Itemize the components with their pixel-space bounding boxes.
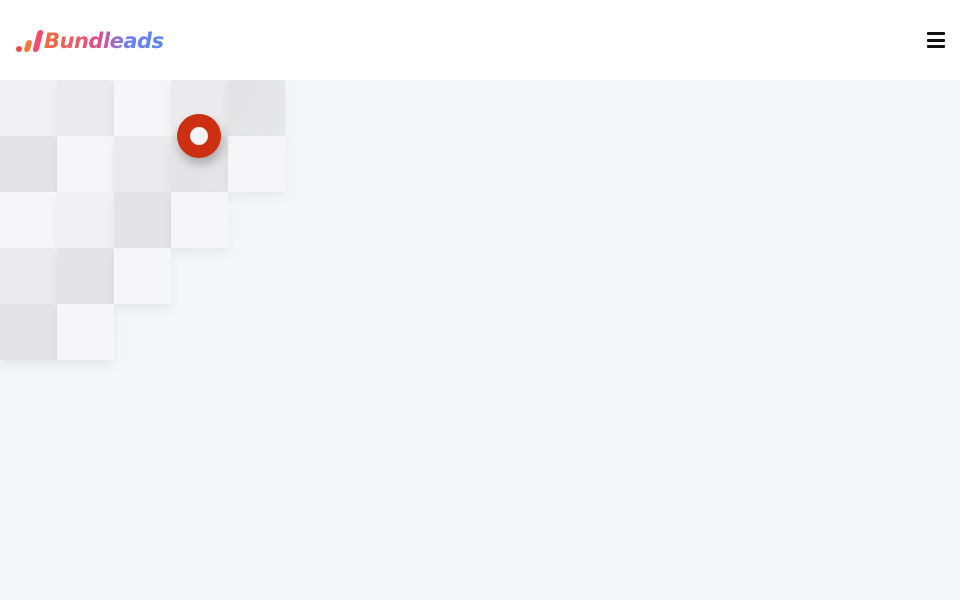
top-navbar: Bundleads	[0, 0, 960, 80]
logo-bars-icon	[16, 29, 46, 53]
logo-text: Bundleads	[44, 29, 164, 53]
loading-ring-icon	[177, 114, 221, 158]
brand-logo[interactable]: Bundleads	[16, 25, 164, 53]
hamburger-menu-icon[interactable]	[927, 32, 945, 48]
decorative-tile-background	[0, 80, 960, 600]
